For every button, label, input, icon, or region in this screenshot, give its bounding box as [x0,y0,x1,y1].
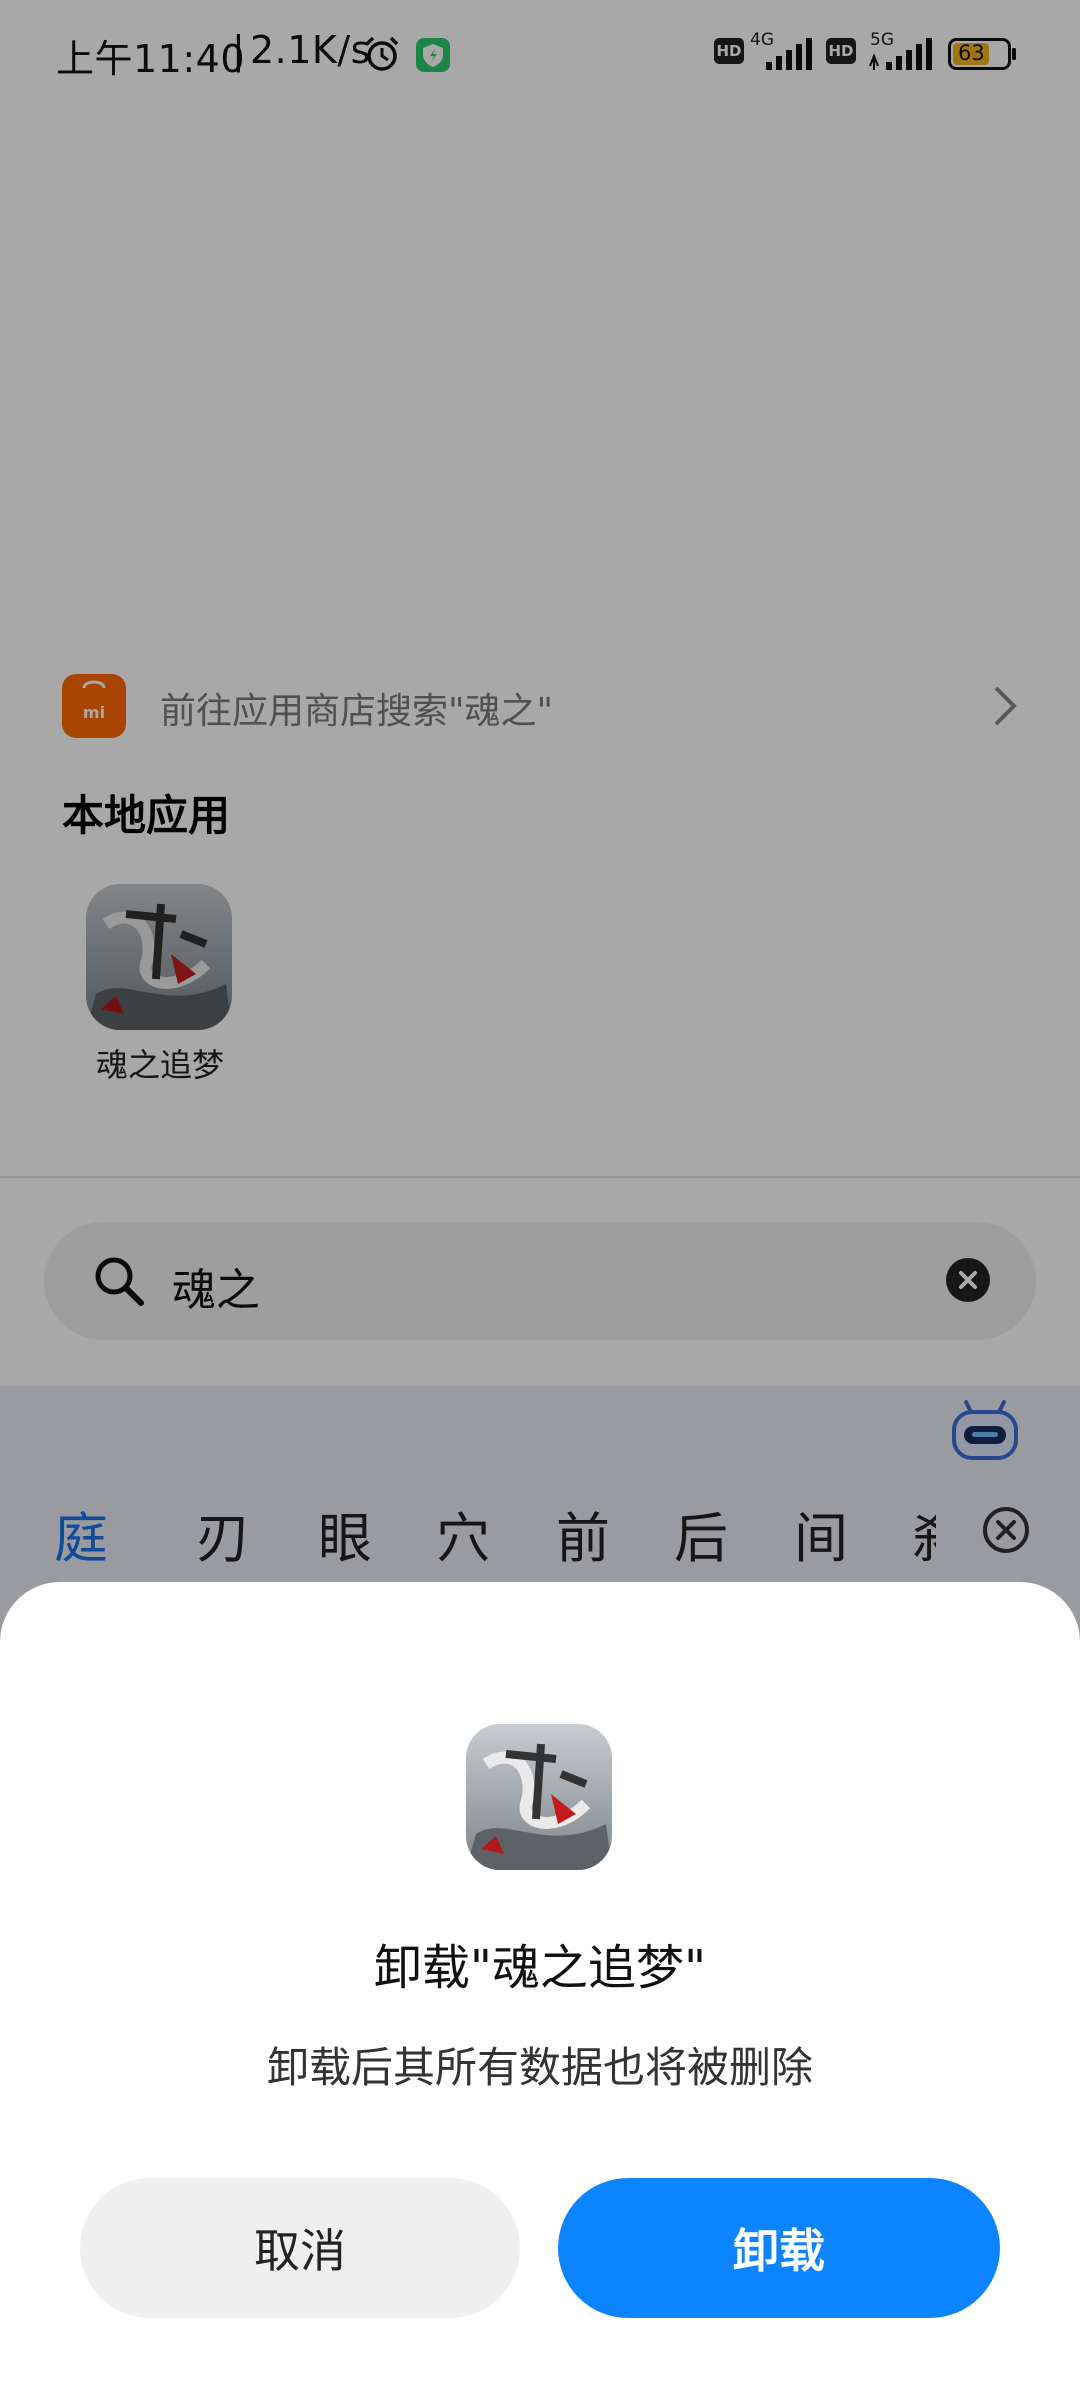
game-app-icon [466,1724,612,1870]
dialog-message: 卸载后其所有数据也将被删除 [266,2043,813,2092]
uninstall-button[interactable]: 卸载 [558,2178,1000,2318]
uninstall-dialog: 卸载"魂之追梦" 卸载后其所有数据也将被删除 取消 卸载 [0,1582,1080,2400]
cancel-button[interactable]: 取消 [80,2178,520,2318]
screen: 上午11:40 | 2.1K/s HD 4G HD 5G 63 mi 前往应用商… [0,0,1080,2400]
dialog-title: 卸载"魂之追梦" [373,1940,707,1996]
